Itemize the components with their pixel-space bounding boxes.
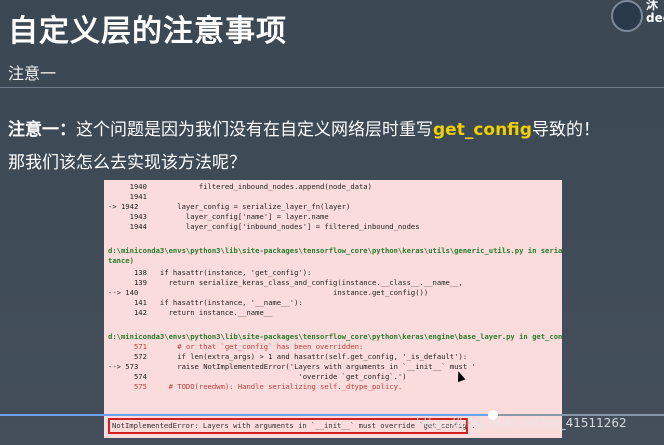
code-line: 1940 filtered_inbound_nodes.append(node_…	[108, 182, 372, 191]
code-line: --> 140 instance.get_config())	[108, 288, 429, 297]
code-line: 572 if len(extra_args) > 1 and hasattr(s…	[108, 352, 468, 361]
code-line: 1941	[108, 192, 147, 201]
code-line: 571 # or that `get_config` has been over…	[108, 342, 364, 351]
code-line: 575 # TODO(reedwm): Handle serializing s…	[108, 382, 403, 391]
traceback-panel: 1940 filtered_inbound_nodes.append(node_…	[104, 180, 562, 438]
divider	[0, 87, 664, 88]
avatar-label: 沐 dee	[646, 0, 664, 25]
note-one: 注意一：这个问题是因为我们没有在自定义网络层时重写get_config导致的！	[8, 115, 600, 140]
code-line: --> 573 raise NotImplementedError('Layer…	[108, 362, 476, 371]
note-one-prefix: 注意一：	[8, 120, 76, 140]
note-one-suffix: 导致的！	[531, 120, 600, 140]
note-two: 那我们该怎么去实现该方法呢？	[8, 153, 246, 173]
code-line: d:\miniconda3\envs\python3\lib\site-pack…	[108, 332, 562, 341]
note-one-highlight: get_config	[433, 120, 532, 140]
code-line: d:\miniconda3\envs\python3\lib\site-pack…	[108, 246, 562, 255]
code-line: 1943 layer_config['name'] = layer.name	[108, 212, 329, 221]
code-line: 142 return instance.__name__	[108, 308, 273, 317]
avatar	[611, 0, 643, 32]
code-line: 141 if hasattr(instance, '__name__'):	[108, 298, 303, 307]
code-line: 139 return serialize_keras_class_and_con…	[108, 278, 463, 287]
code-line: 574 'override `get_config`.')	[108, 372, 407, 381]
code-line: -> 1942 layer_config = serialize_layer_f…	[108, 202, 351, 211]
slide-subtitle: 注意一	[8, 64, 57, 83]
code-line: 1944 layer_config['inbound_nodes'] = fil…	[108, 222, 420, 231]
note-one-text: 这个问题是因为我们没有在自定义网络层时重写	[76, 120, 433, 140]
watermark: https://blog.csdn.net/qq_41511262	[416, 416, 627, 430]
code-line: tance)	[108, 256, 134, 265]
slide-title: 自定义层的注意事项	[8, 14, 287, 49]
code-line: 138 if hasattr(instance, 'get_config'):	[108, 268, 312, 277]
